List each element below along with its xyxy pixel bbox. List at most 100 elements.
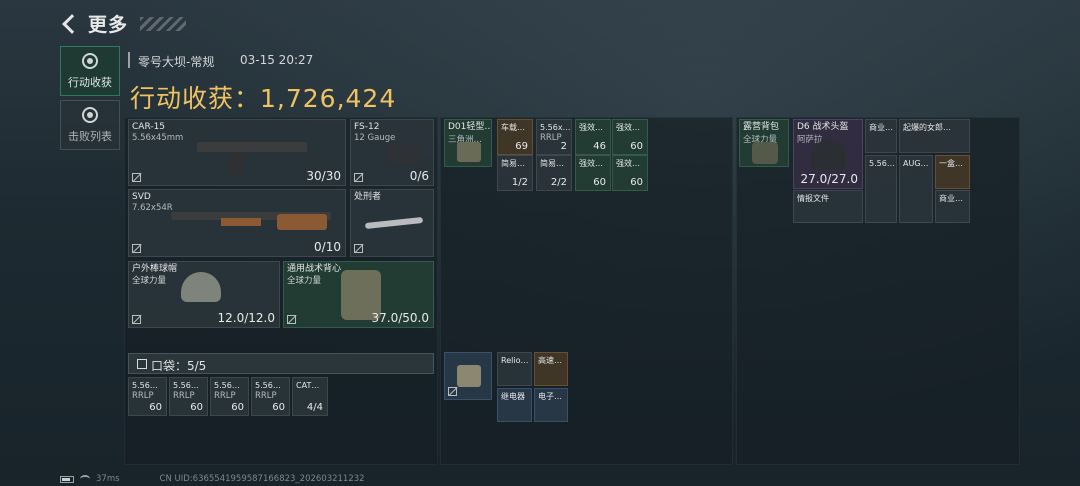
item-name: 强效… <box>616 159 640 168</box>
backpack-item[interactable]: 商业… <box>865 119 897 153</box>
pocket-item[interactable]: 5.56… RRLP 60 <box>128 377 167 416</box>
lock-icon <box>132 244 141 253</box>
weapon-name: CAR-15 <box>132 122 166 132</box>
item-name: 起爆的女郎… <box>903 123 951 132</box>
weapon-count: 0/10 <box>314 240 341 254</box>
backpack-item[interactable]: D6 战术头盔 阿萨拉 27.0/27.0 <box>793 119 863 189</box>
handguard-icon <box>221 218 261 226</box>
tab-harvest[interactable]: 行动收获 <box>60 46 120 96</box>
safe-case-slot[interactable] <box>444 352 492 400</box>
item-name: 5.56x… <box>540 123 571 132</box>
case-icon <box>457 365 481 387</box>
backpack-item[interactable]: 情报文件 <box>793 190 863 223</box>
pocket-item[interactable]: 5.56… RRLP 60 <box>251 377 290 416</box>
item-count: 60 <box>231 402 244 413</box>
map-name: 零号大坝-常规 <box>138 55 215 69</box>
item-sub: RRLP <box>173 391 195 401</box>
item-name: 强效… <box>579 159 603 168</box>
rig-item[interactable]: 5.56x… RRLP 2 <box>536 119 572 155</box>
item-sub: RRLP <box>214 391 236 401</box>
lock-icon <box>132 173 141 182</box>
case-item[interactable]: 高速… <box>534 352 568 386</box>
weapon-name: SVD <box>132 192 151 202</box>
case-item[interactable]: 电子… <box>534 388 568 422</box>
rifle-icon <box>197 142 307 152</box>
lock-icon <box>354 173 363 182</box>
backpack-slot[interactable]: 露营背包 全球力量 <box>739 119 789 167</box>
ping-text: 37ms <box>96 474 120 484</box>
tab-label: 击败列表 <box>68 129 112 143</box>
chest-rig-slot[interactable]: D01轻型… 三角洲… <box>444 119 492 167</box>
case-item[interactable]: 继电器 <box>497 388 532 422</box>
backpack-icon <box>752 142 778 164</box>
rig-item[interactable]: 强效… 60 <box>575 155 611 191</box>
item-name: 5.56… <box>173 381 199 390</box>
rig-item[interactable]: 强效… 60 <box>612 119 648 155</box>
stock-icon <box>277 214 327 230</box>
helmet-brand: 全球力量 <box>132 276 167 286</box>
tactical-helmet-icon <box>811 140 847 170</box>
weapon-name: FS-12 <box>354 122 380 132</box>
item-count: 2/2 <box>550 177 567 188</box>
rig-item[interactable]: 强效… 46 <box>575 119 611 155</box>
item-count: 60 <box>149 402 162 413</box>
melee-slot[interactable]: 处刑者 <box>350 189 434 257</box>
lock-icon <box>287 315 296 324</box>
armor-brand: 全球力量 <box>287 276 322 286</box>
weapon-slot-car15[interactable]: CAR-15 5.56x45mm 30/30 <box>128 119 346 186</box>
item-name: 简易… <box>501 159 525 168</box>
pocket-item[interactable]: 5.56… RRLP 60 <box>210 377 249 416</box>
rig-item[interactable]: 简易… 1/2 <box>497 155 533 191</box>
item-name: 高速… <box>538 356 562 365</box>
lock-icon <box>132 315 141 324</box>
item-name: 5.56… <box>132 381 158 390</box>
item-count: 60 <box>272 402 285 413</box>
helmet-durability: 12.0/12.0 <box>217 311 275 325</box>
knife-icon <box>364 216 424 230</box>
weapon-slot-svd[interactable]: SVD 7.62x54R 0/10 <box>128 189 346 257</box>
rig-item[interactable]: 车载… 69 <box>497 119 533 155</box>
battery-icon <box>60 475 74 483</box>
item-name: AUG… <box>903 159 929 168</box>
backpack-item[interactable]: AUG… <box>899 155 933 223</box>
item-sub: RRLP <box>540 133 562 143</box>
case-item[interactable]: Relio… <box>497 352 532 386</box>
backpack-name: 露营背包 <box>743 122 780 132</box>
target-icon <box>82 52 98 69</box>
item-name: 简易… <box>540 159 564 168</box>
weapon-count: 30/30 <box>306 169 341 183</box>
item-name: 一盒… <box>939 159 963 168</box>
item-name: 强效… <box>616 123 640 132</box>
cap-icon <box>181 272 221 302</box>
weapon-ammo: 7.62x54R <box>132 203 173 213</box>
item-name: 情报文件 <box>797 194 829 203</box>
item-name: D6 战术头盔 <box>797 122 849 132</box>
status-bar: 37ms CN UID:6365541959587166823_20260321… <box>60 474 365 484</box>
rig-item[interactable]: 强效… 60 <box>612 155 648 191</box>
item-name: 车载… <box>501 123 525 132</box>
item-name: 继电器 <box>501 392 525 401</box>
armor-slot[interactable]: 通用战术背心 全球力量 37.0/50.0 <box>283 261 434 328</box>
rig-item[interactable]: 简易… 2/2 <box>536 155 572 191</box>
backpack-item[interactable]: 一盒… <box>935 155 970 189</box>
item-count: 60 <box>630 141 643 152</box>
item-count: 2 <box>560 141 567 152</box>
backpack-item[interactable]: 起爆的女郎… <box>899 119 970 153</box>
rig-icon <box>457 142 481 162</box>
helmet-slot[interactable]: 户外棒球帽 全球力量 12.0/12.0 <box>128 261 280 328</box>
item-count: 27.0/27.0 <box>800 172 858 186</box>
weapon-slot-fs12[interactable]: FS-12 12 Gauge 0/6 <box>350 119 434 186</box>
item-sub: RRLP <box>255 391 277 401</box>
pocket-item[interactable]: 5.56… RRLP 60 <box>169 377 208 416</box>
back-arrow-icon <box>60 13 82 35</box>
pocket-item[interactable]: CAT… 4/4 <box>292 377 328 416</box>
melee-name: 处刑者 <box>354 192 382 202</box>
pocket-icon <box>137 359 147 369</box>
rig-name: D01轻型… <box>448 122 492 132</box>
backpack-item[interactable]: 5.56… <box>865 155 897 223</box>
pocket-header: 口袋：5/5 <box>128 353 434 374</box>
pocket-label: 口袋：5/5 <box>151 359 207 373</box>
tab-kills[interactable]: 击败列表 <box>60 100 120 150</box>
backpack-item[interactable]: 商业… <box>935 190 970 223</box>
back-button[interactable]: 更多 <box>60 10 187 37</box>
